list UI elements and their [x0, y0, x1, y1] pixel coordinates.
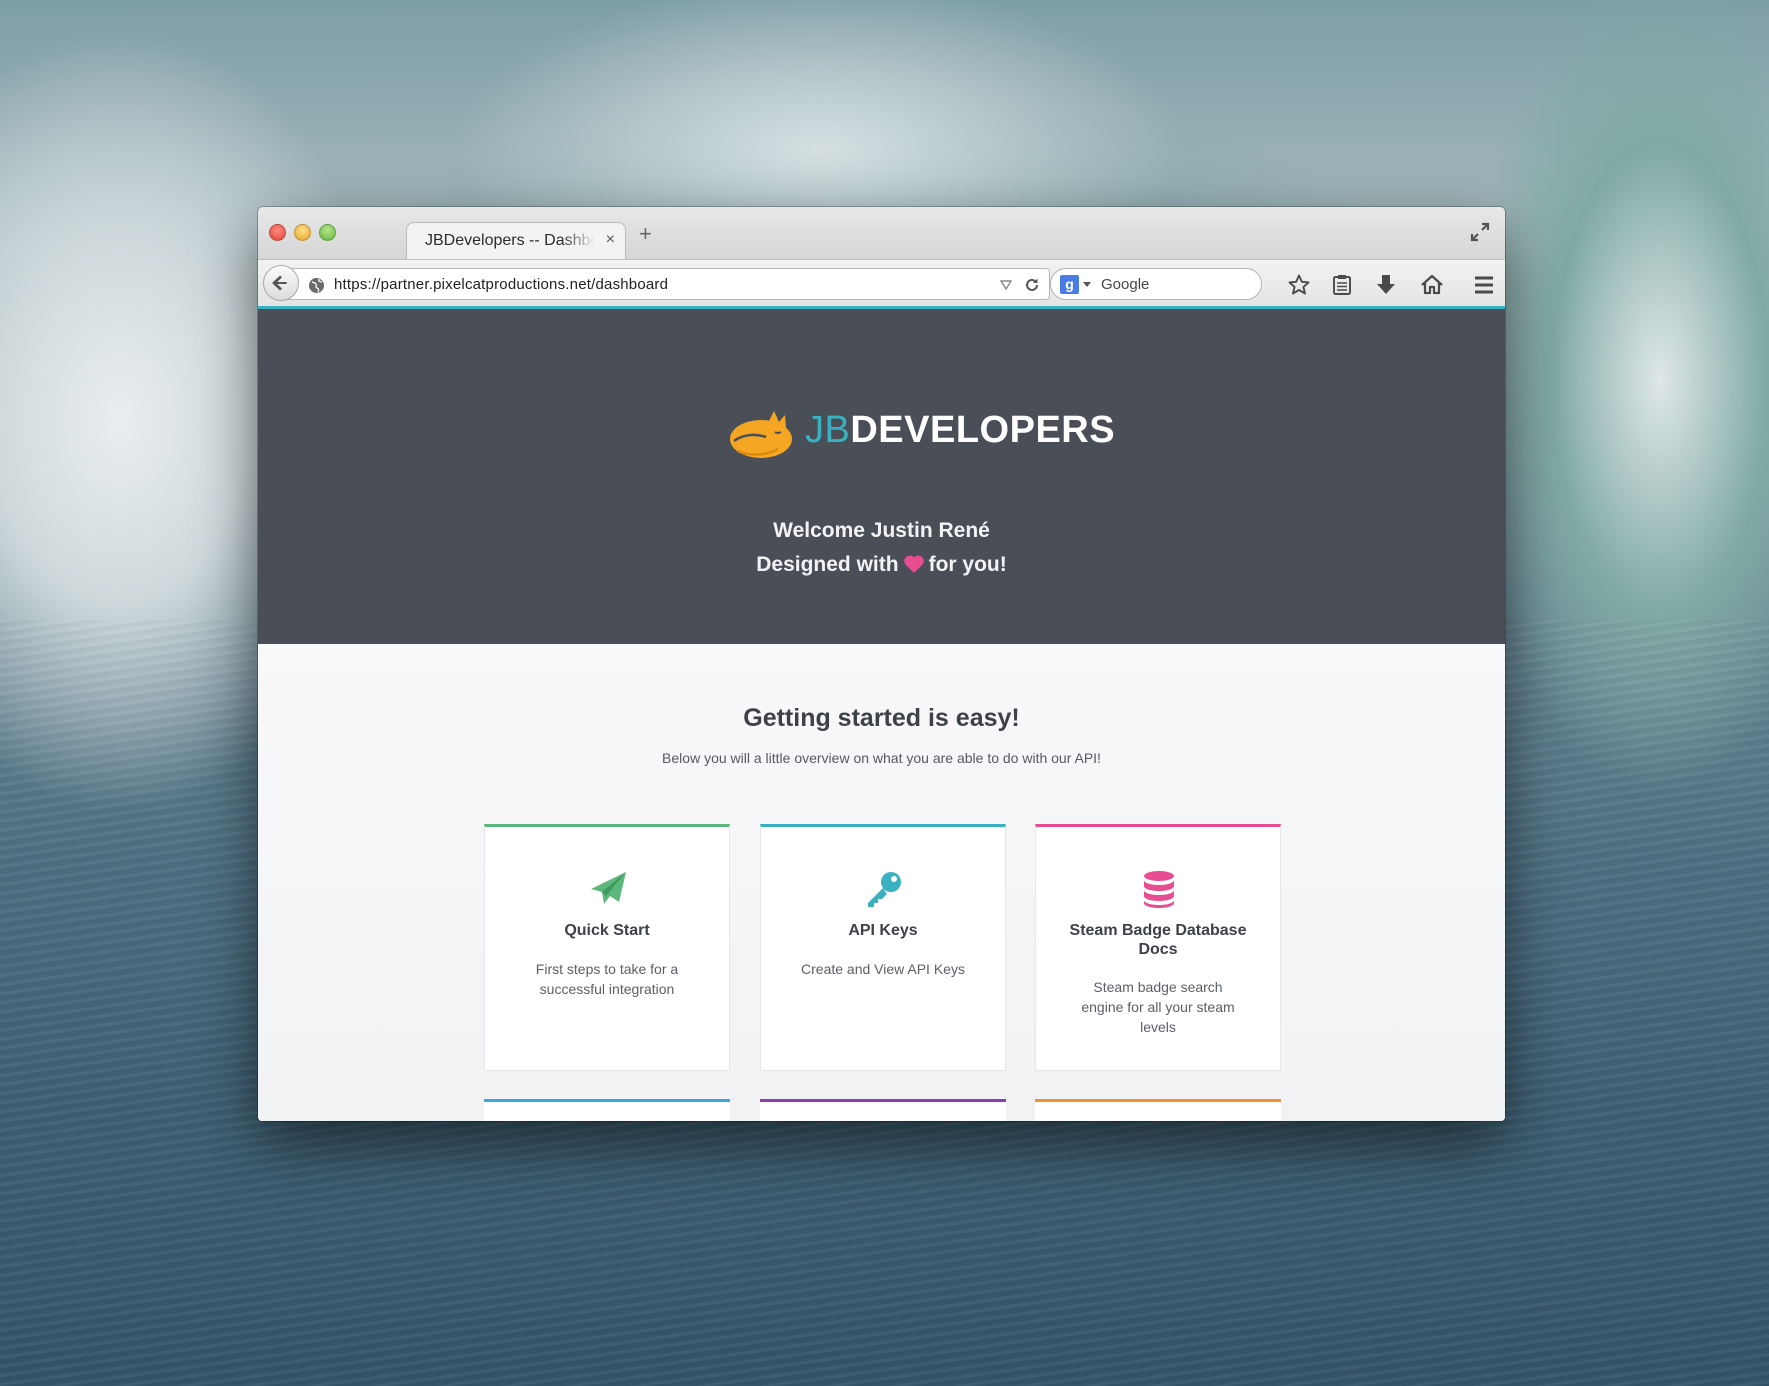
- url-history-dropdown-icon[interactable]: [999, 278, 1013, 292]
- fullscreen-icon[interactable]: [1469, 221, 1491, 243]
- card-quick-start[interactable]: Quick Start First steps to take for a su…: [484, 824, 730, 1071]
- card-description: Create and View API Keys: [801, 961, 965, 977]
- card-title: Steam Badge Database Docs: [1069, 922, 1247, 958]
- tab-dashboard[interactable]: JBDevelopers -- Dashboard ×: [406, 222, 626, 259]
- database-icon: [1144, 871, 1174, 908]
- url-text: https://partner.pixelcatproductions.net/…: [334, 276, 669, 293]
- tab-bar: JBDevelopers -- Dashboard × +: [258, 207, 1505, 259]
- home-icon[interactable]: [1420, 273, 1444, 297]
- hero-banner: JBDEVELOPERS Welcome Justin René Designe…: [258, 309, 1505, 644]
- logo-wordmark: JBDEVELOPERS: [805, 409, 1115, 452]
- search-engine-caret-icon[interactable]: [1083, 282, 1091, 287]
- logo-jb-text: JB: [805, 409, 851, 451]
- card-peek[interactable]: [484, 1099, 730, 1121]
- search-input[interactable]: g Google: [1050, 268, 1262, 300]
- zoom-window-button[interactable]: [319, 224, 336, 241]
- google-engine-icon[interactable]: g: [1060, 275, 1079, 294]
- navigation-toolbar: https://partner.pixelcatproductions.net/…: [258, 259, 1505, 309]
- globe-icon: [309, 278, 324, 293]
- designed-with-love: Designed with for you!: [258, 553, 1505, 577]
- card-title: Quick Start: [564, 922, 650, 939]
- logo-developers-text: DEVELOPERS: [850, 409, 1116, 451]
- minimize-window-button[interactable]: [294, 224, 311, 241]
- heart-icon: [903, 555, 924, 573]
- reload-icon[interactable]: [1024, 277, 1040, 293]
- welcome-message: Welcome Justin René: [773, 519, 990, 542]
- tab-title: JBDevelopers -- Dashboard: [425, 232, 595, 249]
- key-icon: [868, 872, 901, 907]
- card-peek[interactable]: [1035, 1099, 1281, 1121]
- new-tab-button[interactable]: +: [639, 221, 652, 247]
- url-bar[interactable]: https://partner.pixelcatproductions.net/…: [280, 268, 1050, 300]
- main-content: Getting started is easy! Below you will …: [258, 644, 1505, 1121]
- bookmark-star-icon[interactable]: [1287, 273, 1311, 297]
- sleeping-cat-logo-icon: [730, 411, 792, 458]
- browser-window: JBDevelopers -- Dashboard × + https://pa…: [258, 207, 1505, 1121]
- card-peek[interactable]: [760, 1099, 1006, 1121]
- downloads-icon[interactable]: [1374, 273, 1398, 297]
- menu-icon[interactable]: [1472, 273, 1496, 297]
- card-description: First steps to take for a successful int…: [535, 961, 679, 997]
- card-description: Steam badge search engine for all your s…: [1081, 979, 1235, 1035]
- jbdevelopers-logo[interactable]: JBDEVELOPERS: [728, 405, 1115, 461]
- card-title: API Keys: [848, 922, 918, 939]
- card-steam-badge-docs[interactable]: Steam Badge Database Docs Steam badge se…: [1035, 824, 1281, 1071]
- tab-close-icon[interactable]: ×: [606, 231, 615, 249]
- designed-suffix: for you!: [928, 553, 1007, 576]
- card-api-keys[interactable]: API Keys Create and View API Keys: [760, 824, 1006, 1071]
- back-button[interactable]: [263, 265, 299, 301]
- search-placeholder: Google: [1101, 276, 1150, 293]
- paper-plane-icon: [591, 872, 626, 904]
- close-window-button[interactable]: [269, 224, 286, 241]
- designed-prefix: Designed with: [756, 553, 899, 576]
- reading-list-icon[interactable]: [1330, 273, 1354, 297]
- page-subheading: Below you will a little overview on what…: [662, 750, 1101, 766]
- page-heading: Getting started is easy!: [743, 704, 1020, 732]
- back-arrow-icon: [272, 275, 287, 291]
